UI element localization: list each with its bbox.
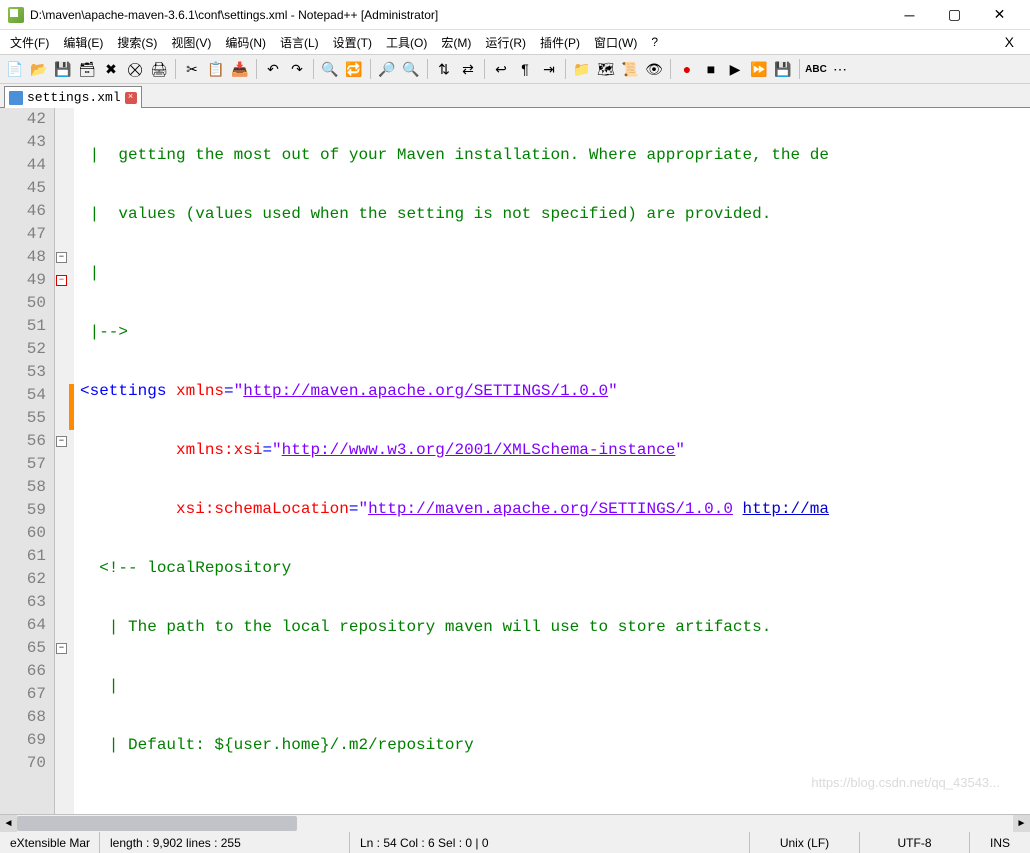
editor-area[interactable]: 4243444546474849505152535455565758596061… bbox=[0, 108, 1030, 814]
extra-icon[interactable]: ⋯ bbox=[829, 58, 851, 80]
maximize-button[interactable]: ▢ bbox=[932, 1, 977, 29]
tab-bar: settings.xml × bbox=[0, 84, 1030, 108]
change-marker bbox=[69, 384, 74, 430]
scroll-right-icon[interactable]: ► bbox=[1013, 815, 1030, 832]
fold-minus-icon[interactable]: − bbox=[56, 436, 67, 447]
redo-icon[interactable]: ↷ bbox=[286, 58, 308, 80]
fold-minus-icon[interactable]: − bbox=[56, 252, 67, 263]
indent-icon[interactable]: ⇥ bbox=[538, 58, 560, 80]
menu-bar: 文件(F) 编辑(E) 搜索(S) 视图(V) 编码(N) 语言(L) 设置(T… bbox=[0, 30, 1030, 54]
monitor-icon[interactable]: 👁 bbox=[643, 58, 665, 80]
menu-macro[interactable]: 宏(M) bbox=[435, 32, 477, 53]
menu-settings[interactable]: 设置(T) bbox=[327, 32, 378, 53]
scroll-thumb[interactable] bbox=[17, 816, 297, 831]
menu-edit[interactable]: 编辑(E) bbox=[57, 32, 109, 53]
scroll-left-icon[interactable]: ◄ bbox=[0, 815, 17, 832]
status-insert[interactable]: INS bbox=[970, 832, 1030, 853]
allchars-icon[interactable]: ¶ bbox=[514, 58, 536, 80]
status-language[interactable]: eXtensible Mar bbox=[0, 832, 100, 853]
fold-minus-icon[interactable]: − bbox=[56, 275, 67, 286]
menu-encoding[interactable]: 编码(N) bbox=[219, 32, 272, 53]
open-icon[interactable]: 📂 bbox=[28, 58, 50, 80]
title-bar: D:\maven\apache-maven-3.6.1\conf\setting… bbox=[0, 0, 1030, 30]
save-macro-icon[interactable]: 💾 bbox=[772, 58, 794, 80]
app-icon bbox=[8, 7, 24, 23]
minimize-button[interactable]: ─ bbox=[887, 1, 932, 29]
status-length: length : 9,902 lines : 255 bbox=[100, 832, 350, 853]
menu-language[interactable]: 语言(L) bbox=[274, 32, 325, 53]
undo-icon[interactable]: ↶ bbox=[262, 58, 284, 80]
copy-icon[interactable]: 📋 bbox=[205, 58, 227, 80]
sync-v-icon[interactable]: ⇅ bbox=[433, 58, 455, 80]
print-icon[interactable]: 🖨 bbox=[148, 58, 170, 80]
status-encoding[interactable]: UTF-8 bbox=[860, 832, 970, 853]
paste-icon[interactable]: 📥 bbox=[229, 58, 251, 80]
scroll-track[interactable] bbox=[17, 815, 1013, 832]
func-list-icon[interactable]: 📜 bbox=[619, 58, 641, 80]
menu-plugins[interactable]: 插件(P) bbox=[534, 32, 586, 53]
sync-h-icon[interactable]: ⇄ bbox=[457, 58, 479, 80]
folder-icon[interactable]: 📁 bbox=[571, 58, 593, 80]
watermark: https://blog.csdn.net/qq_43543... bbox=[811, 775, 1000, 790]
play-icon[interactable]: ▶ bbox=[724, 58, 746, 80]
save-icon[interactable]: 💾 bbox=[52, 58, 74, 80]
toolbar: 📄 📂 💾 🗃 ✖ ⛒ 🖨 ✂ 📋 📥 ↶ ↷ 🔍 🔁 🔎 🔍 ⇅ ⇄ ↩ ¶ … bbox=[0, 54, 1030, 84]
close-file-icon[interactable]: ✖ bbox=[100, 58, 122, 80]
menu-search[interactable]: 搜索(S) bbox=[111, 32, 163, 53]
doc-map-icon[interactable]: 🗺 bbox=[595, 58, 617, 80]
status-eol[interactable]: Unix (LF) bbox=[750, 832, 860, 853]
find-icon[interactable]: 🔍 bbox=[319, 58, 341, 80]
zoom-in-icon[interactable]: 🔎 bbox=[376, 58, 398, 80]
status-position: Ln : 54 Col : 6 Sel : 0 | 0 bbox=[350, 832, 750, 853]
tab-label: settings.xml bbox=[27, 90, 121, 105]
close-button[interactable]: ✕ bbox=[977, 1, 1022, 29]
spell-icon[interactable]: ABC bbox=[805, 58, 827, 80]
horizontal-scrollbar[interactable]: ◄ ► bbox=[0, 814, 1030, 831]
menu-file[interactable]: 文件(F) bbox=[4, 32, 55, 53]
menu-window[interactable]: 窗口(W) bbox=[588, 32, 643, 53]
window-title: D:\maven\apache-maven-3.6.1\conf\setting… bbox=[30, 8, 887, 22]
record-icon[interactable]: ● bbox=[676, 58, 698, 80]
line-number-gutter: 4243444546474849505152535455565758596061… bbox=[0, 108, 55, 814]
replace-icon[interactable]: 🔁 bbox=[343, 58, 365, 80]
code-content[interactable]: | getting the most out of your Maven ins… bbox=[74, 108, 1030, 814]
close-all-icon[interactable]: ⛒ bbox=[124, 58, 146, 80]
wordwrap-icon[interactable]: ↩ bbox=[490, 58, 512, 80]
file-icon bbox=[9, 91, 23, 105]
status-bar: eXtensible Mar length : 9,902 lines : 25… bbox=[0, 831, 1030, 853]
zoom-out-icon[interactable]: 🔍 bbox=[400, 58, 422, 80]
menu-overflow[interactable]: X bbox=[1005, 34, 1026, 50]
play-multi-icon[interactable]: ⏩ bbox=[748, 58, 770, 80]
tab-close-icon[interactable]: × bbox=[125, 92, 137, 104]
fold-margin[interactable]: − − − − bbox=[55, 108, 69, 814]
menu-help[interactable]: ? bbox=[645, 33, 664, 51]
cut-icon[interactable]: ✂ bbox=[181, 58, 203, 80]
new-icon[interactable]: 📄 bbox=[4, 58, 26, 80]
save-all-icon[interactable]: 🗃 bbox=[76, 58, 98, 80]
menu-tools[interactable]: 工具(O) bbox=[380, 32, 433, 53]
tab-settings-xml[interactable]: settings.xml × bbox=[4, 86, 142, 108]
menu-view[interactable]: 视图(V) bbox=[165, 32, 217, 53]
stop-icon[interactable]: ■ bbox=[700, 58, 722, 80]
window-buttons: ─ ▢ ✕ bbox=[887, 1, 1022, 29]
menu-run[interactable]: 运行(R) bbox=[479, 32, 532, 53]
change-margin bbox=[69, 108, 74, 814]
fold-minus-icon[interactable]: − bbox=[56, 643, 67, 654]
